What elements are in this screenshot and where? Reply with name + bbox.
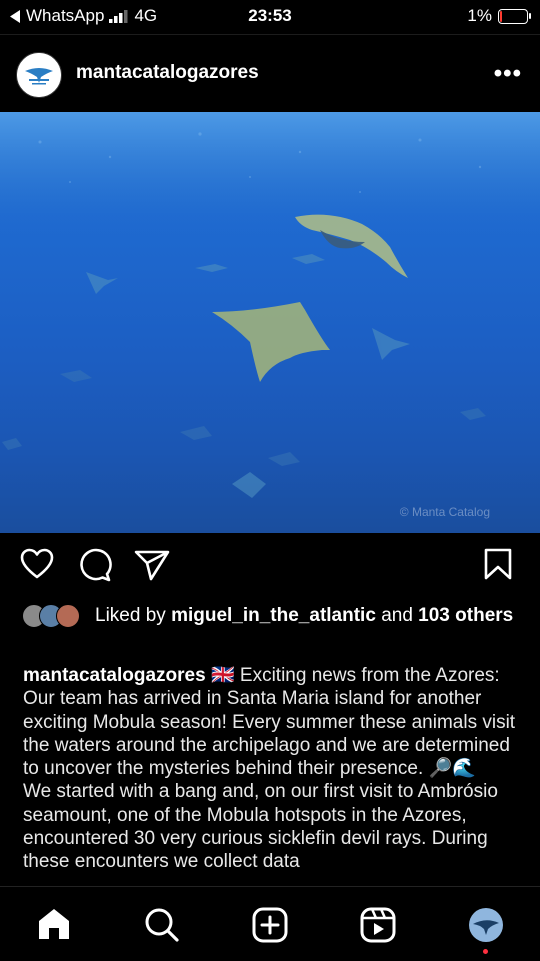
likes-summary[interactable]: Liked by miguel_in_the_atlantic and 103 … [22, 604, 522, 628]
home-icon[interactable] [36, 907, 72, 946]
liker-avatar [56, 604, 80, 628]
clock: 23:53 [248, 6, 292, 25]
manta-logo-icon [17, 53, 61, 97]
photo-watermark: © Manta Catalog [399, 505, 490, 519]
liker-username[interactable]: miguel_in_the_atlantic [171, 605, 376, 626]
more-options-icon[interactable]: ••• [494, 60, 522, 88]
liked-by-label: Liked by [95, 605, 166, 626]
bottom-navigation [0, 886, 540, 961]
likes-and: and [381, 605, 413, 626]
battery-icon [498, 8, 531, 24]
search-icon[interactable] [144, 907, 180, 948]
caption-paragraph-2: We started with a bang and, on our first… [23, 781, 498, 873]
notification-dot [483, 949, 488, 954]
status-bar: WhatsApp 4G 23:53 1% [0, 0, 540, 32]
post-caption: mantacatalogazores 🇬🇧 Exciting news from… [23, 664, 523, 874]
heart-icon[interactable] [20, 548, 54, 585]
share-icon[interactable] [134, 548, 170, 587]
comment-icon[interactable] [78, 548, 112, 587]
battery-percent: 1% [467, 6, 492, 25]
caption-username[interactable]: mantacatalogazores [23, 665, 206, 686]
bookmark-icon[interactable] [484, 548, 512, 585]
mobula-rays-image [0, 112, 540, 498]
divider [0, 34, 540, 35]
profile-avatar[interactable] [16, 52, 62, 98]
post-header: mantacatalogazores ••• [0, 48, 540, 100]
post-photo[interactable]: © Manta Catalog [0, 112, 540, 533]
profile-avatar-icon[interactable] [468, 907, 504, 948]
create-post-icon[interactable] [252, 907, 288, 948]
reels-icon[interactable] [360, 907, 396, 948]
post-actions [0, 548, 540, 588]
post-username[interactable]: mantacatalogazores [76, 62, 259, 84]
liker-avatars [22, 604, 88, 628]
battery-level [500, 10, 502, 22]
likes-others[interactable]: 103 others [418, 605, 513, 626]
